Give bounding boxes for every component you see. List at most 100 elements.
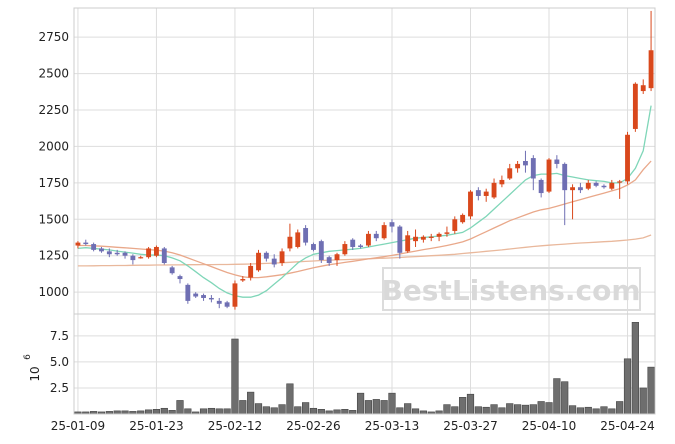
price-tick-label-5: 2250 xyxy=(38,103,69,117)
candle-body-68 xyxy=(609,182,615,189)
candle-body-65 xyxy=(585,182,591,189)
volume-bar-9 xyxy=(144,409,153,415)
volume-bar-70 xyxy=(623,358,632,415)
volume-bar-24 xyxy=(262,406,270,415)
candle-body-47 xyxy=(444,232,450,234)
candle-body-25 xyxy=(271,258,277,265)
volume-bar-31 xyxy=(317,409,325,415)
candle-body-54 xyxy=(499,179,505,185)
volume-bar-53 xyxy=(490,404,498,415)
candle-body-64 xyxy=(577,187,583,191)
watermark: BestListens.com xyxy=(381,267,641,311)
candle-body-24 xyxy=(263,252,269,259)
candle-body-71 xyxy=(632,83,638,129)
candle-body-38 xyxy=(373,233,379,239)
candle-body-53 xyxy=(491,182,497,198)
candle-body-55 xyxy=(507,168,513,179)
candle-body-56 xyxy=(515,163,521,169)
volume-bar-19 xyxy=(223,408,231,415)
date-tick-label-2: 25-02-12 xyxy=(208,419,262,433)
volume-bar-43 xyxy=(411,408,420,415)
volume-bar-54 xyxy=(498,407,506,415)
volume-bar-23 xyxy=(254,403,263,415)
volume-bar-58 xyxy=(529,404,537,415)
candle-body-7 xyxy=(130,255,136,261)
volume-bar-63 xyxy=(568,405,577,415)
candle-body-70 xyxy=(625,134,630,182)
volume-tick-label-2: 7.5 xyxy=(50,329,69,343)
candle-body-57 xyxy=(523,161,528,166)
date-tick-label-7: 25-04-24 xyxy=(600,419,654,433)
volume-bar-67 xyxy=(600,406,608,415)
volume-bar-22 xyxy=(247,391,255,415)
price-tick-label-4: 2000 xyxy=(38,139,69,153)
volume-multiplier-label: 10 6 xyxy=(23,354,42,382)
volume-bar-52 xyxy=(482,406,490,415)
volume-bar-18 xyxy=(215,408,223,415)
candle-body-0 xyxy=(75,242,81,246)
candle-body-61 xyxy=(554,159,560,164)
volume-bar-35 xyxy=(349,410,357,415)
candle-body-37 xyxy=(365,233,371,246)
candle-body-58 xyxy=(530,158,536,179)
volume-bar-73 xyxy=(647,366,655,415)
price-tick-label-3: 1750 xyxy=(38,176,69,190)
price-axis-ticks: 1000 1250 1500 1750 2000 2250 2500 2750 xyxy=(38,30,69,299)
price-tick-label-7: 2750 xyxy=(38,30,69,44)
candle-body-45 xyxy=(428,236,434,238)
volume-bar-57 xyxy=(521,404,530,415)
candle-body-30 xyxy=(311,244,316,250)
candle-body-11 xyxy=(161,248,167,263)
volume-bar-71 xyxy=(631,322,639,415)
candle-body-13 xyxy=(177,276,183,280)
price-tick-label-2: 1500 xyxy=(38,212,69,226)
candle-body-60 xyxy=(546,159,552,192)
volume-bar-50 xyxy=(466,393,475,415)
volume-bar-21 xyxy=(239,400,247,415)
candle-body-19 xyxy=(224,302,230,307)
candle-body-51 xyxy=(475,190,481,196)
candle-body-36 xyxy=(358,245,364,247)
volume-axis-ticks: 2.5 5.0 7.5 xyxy=(50,329,69,395)
candle-body-22 xyxy=(248,265,254,278)
price-tick-label-0: 1000 xyxy=(38,285,69,299)
candle-body-35 xyxy=(350,239,356,247)
candle-body-34 xyxy=(342,244,348,255)
candle-body-48 xyxy=(452,219,458,231)
volume-bar-68 xyxy=(608,408,616,415)
volume-bar-55 xyxy=(506,403,514,415)
volume-bar-62 xyxy=(561,381,569,415)
volume-bar-36 xyxy=(356,392,365,415)
candle-body-18 xyxy=(216,300,222,304)
candle-body-63 xyxy=(570,187,575,191)
volume-bar-37 xyxy=(364,400,373,415)
candle-body-52 xyxy=(483,191,489,196)
candle-body-26 xyxy=(279,251,285,263)
volume-bar-11 xyxy=(160,407,168,415)
candle-body-27 xyxy=(287,236,293,249)
volume-bar-42 xyxy=(404,403,412,415)
candle-body-50 xyxy=(468,191,473,217)
volume-bar-16 xyxy=(199,408,208,415)
candle-body-40 xyxy=(389,222,395,227)
watermark-text: BestListens.com xyxy=(381,274,640,307)
candle-body-9 xyxy=(146,248,152,258)
candle-body-59 xyxy=(538,179,544,194)
volume-bar-27 xyxy=(286,383,294,415)
candle-body-49 xyxy=(460,214,466,223)
volume-bar-40 xyxy=(388,392,396,415)
candle-body-33 xyxy=(334,254,340,261)
volume-bar-28 xyxy=(294,406,302,415)
candle-body-67 xyxy=(601,185,607,188)
candle-body-6 xyxy=(122,252,128,256)
date-tick-label-3: 25-02-26 xyxy=(286,419,340,433)
candle-body-43 xyxy=(413,236,418,242)
candle-body-3 xyxy=(99,248,104,252)
volume-bar-10 xyxy=(152,409,161,415)
candle-body-15 xyxy=(193,293,199,297)
grid-lines xyxy=(74,8,655,414)
stock-chart: BestListens.com 1000 1250 1500 1750 2000 2250… xyxy=(0,0,675,444)
candle-body-4 xyxy=(106,251,112,255)
volume-tick-label-1: 5.0 xyxy=(50,355,69,369)
candle-body-21 xyxy=(240,279,246,281)
